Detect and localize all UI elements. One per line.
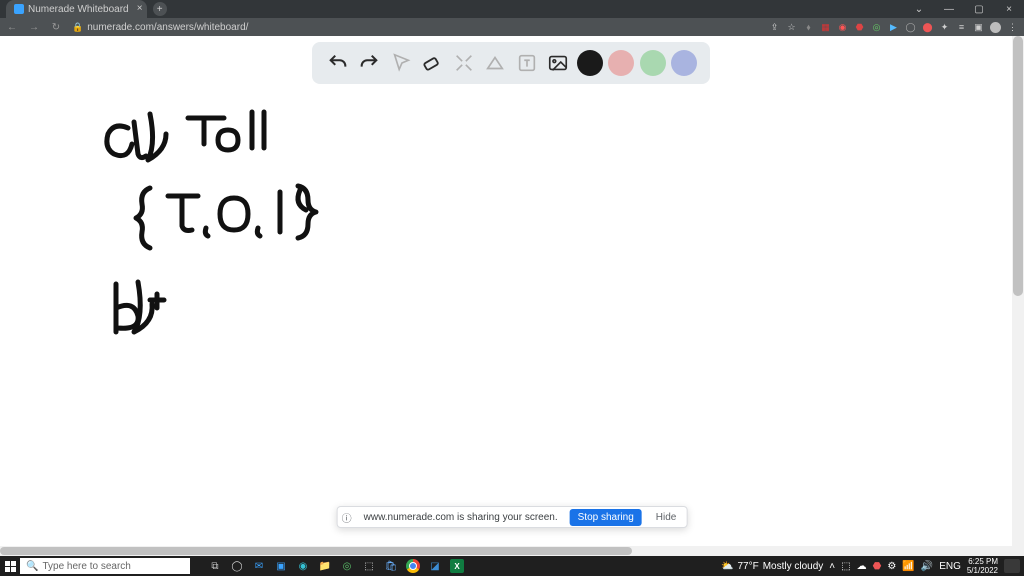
weather-temp: 77°F xyxy=(737,561,758,572)
system-tray: ⛅ 77°F Mostly cloudy ˄ ⬚ ☁ ⬣ ⚙ 📶 🔊 ENG 6… xyxy=(721,557,1024,575)
ext-puzzle-icon[interactable]: ✦ xyxy=(939,22,950,33)
taskbar-app-icons: ⧉ ◯ ✉ ▣ ◉ 📁 ◎ ⬚ 🛍 ◪ X xyxy=(208,559,464,573)
mail-icon[interactable]: ✉ xyxy=(252,559,266,573)
app-icon-4[interactable]: ◪ xyxy=(428,559,442,573)
whiteboard-canvas[interactable] xyxy=(0,36,1024,556)
taskbar-search[interactable]: 🔍 Type here to search xyxy=(20,558,190,574)
ext-icon-10[interactable]: ▣ xyxy=(973,22,984,33)
window-minimize-icon[interactable]: — xyxy=(934,0,964,18)
ext-icon-9[interactable]: ≡ xyxy=(956,22,967,33)
horizontal-scroll-thumb[interactable] xyxy=(0,547,632,555)
volume-icon[interactable]: 🔊 xyxy=(921,561,933,572)
language-indicator[interactable]: ENG xyxy=(939,561,961,572)
weather-desc: Mostly cloudy xyxy=(763,561,824,572)
tray-icon-1[interactable]: ⬚ xyxy=(841,561,850,572)
weather-icon: ⛅ xyxy=(721,561,733,572)
window-controls: ⌄ — ▢ × xyxy=(904,0,1024,18)
windows-taskbar: 🔍 Type here to search ⧉ ◯ ✉ ▣ ◉ 📁 ◎ ⬚ 🛍 … xyxy=(0,556,1024,576)
browser-titlebar: Numerade Whiteboard × + ⌄ — ▢ × xyxy=(0,0,1024,18)
window-dropdown-icon[interactable]: ⌄ xyxy=(904,0,934,18)
app-icon-1[interactable]: ▣ xyxy=(274,559,288,573)
tray-chevron-icon[interactable]: ˄ xyxy=(829,561,835,572)
extension-icons: ⇪ ☆ ⬧ ▦ ◉ ⬣ ◎ ▶ ◯ ⬤ ✦ ≡ ▣ ⋮ xyxy=(769,22,1018,33)
tab-favicon xyxy=(14,4,24,14)
ext-icon-5[interactable]: ◎ xyxy=(871,22,882,33)
nav-back-icon[interactable]: ← xyxy=(6,22,18,33)
search-placeholder: Type here to search xyxy=(42,561,130,572)
browser-menu-icon[interactable]: ⋮ xyxy=(1007,22,1018,33)
notification-center-icon[interactable] xyxy=(1004,559,1020,573)
ext-icon-3[interactable]: ◉ xyxy=(837,22,848,33)
chrome-icon[interactable] xyxy=(406,559,420,573)
task-view-icon[interactable]: ⧉ xyxy=(208,559,222,573)
start-button[interactable] xyxy=(0,561,20,572)
url-text: numerade.com/answers/whiteboard/ xyxy=(87,22,248,33)
lock-icon: 🔒 xyxy=(72,22,83,33)
browser-tab[interactable]: Numerade Whiteboard × xyxy=(6,0,147,18)
horizontal-scrollbar[interactable] xyxy=(0,546,1012,556)
tab-close-icon[interactable]: × xyxy=(137,3,143,14)
hide-share-button[interactable]: Hide xyxy=(650,509,683,526)
stop-sharing-button[interactable]: Stop sharing xyxy=(570,509,642,526)
tray-icon-3[interactable]: ⬣ xyxy=(873,561,882,572)
share-icon[interactable]: ⇪ xyxy=(769,22,780,33)
nav-forward-icon: → xyxy=(28,22,40,33)
screen-share-bar: ⓘ www.numerade.com is sharing your scree… xyxy=(337,506,688,528)
new-tab-button[interactable]: + xyxy=(153,2,167,16)
clock-date: 5/1/2022 xyxy=(967,566,998,575)
tray-icon-2[interactable]: ☁ xyxy=(857,561,867,572)
app-icon-2[interactable]: ◎ xyxy=(340,559,354,573)
ext-icon-4[interactable]: ⬣ xyxy=(854,22,865,33)
tray-icon-4[interactable]: ⚙ xyxy=(887,561,896,572)
ext-icon-6[interactable]: ▶ xyxy=(888,22,899,33)
store-icon[interactable]: 🛍 xyxy=(384,559,398,573)
cortana-icon[interactable]: ◯ xyxy=(230,559,244,573)
explorer-icon[interactable]: 📁 xyxy=(318,559,332,573)
edge-icon[interactable]: ◉ xyxy=(296,559,310,573)
share-info-icon: ⓘ xyxy=(342,510,352,525)
share-message: www.numerade.com is sharing your screen. xyxy=(360,512,562,523)
whiteboard-page: ⓘ www.numerade.com is sharing your scree… xyxy=(0,36,1024,556)
bookmark-icon[interactable]: ☆ xyxy=(786,22,797,33)
profile-avatar[interactable] xyxy=(990,22,1001,33)
windows-logo-icon xyxy=(5,561,16,572)
taskbar-clock[interactable]: 6:25 PM 5/1/2022 xyxy=(967,557,998,575)
excel-icon[interactable]: X xyxy=(450,559,464,573)
nav-reload-icon[interactable]: ↻ xyxy=(50,22,62,33)
tab-title: Numerade Whiteboard xyxy=(28,4,129,15)
vertical-scrollbar[interactable] xyxy=(1012,36,1024,556)
ext-icon-8[interactable]: ⬤ xyxy=(922,22,933,33)
search-icon: 🔍 xyxy=(26,561,38,572)
window-close-icon[interactable]: × xyxy=(994,0,1024,18)
window-maximize-icon[interactable]: ▢ xyxy=(964,0,994,18)
url-display[interactable]: 🔒 numerade.com/answers/whiteboard/ xyxy=(72,22,248,33)
weather-widget[interactable]: ⛅ 77°F Mostly cloudy xyxy=(721,561,823,572)
clock-time: 6:25 PM xyxy=(967,557,998,566)
ext-icon-1[interactable]: ⬧ xyxy=(803,22,814,33)
vertical-scroll-thumb[interactable] xyxy=(1013,36,1023,296)
ext-icon-7[interactable]: ◯ xyxy=(905,22,916,33)
browser-addressbar: ← → ↻ 🔒 numerade.com/answers/whiteboard/… xyxy=(0,18,1024,36)
wifi-icon[interactable]: 📶 xyxy=(902,561,914,572)
ext-icon-2[interactable]: ▦ xyxy=(820,22,831,33)
app-icon-3[interactable]: ⬚ xyxy=(362,559,376,573)
